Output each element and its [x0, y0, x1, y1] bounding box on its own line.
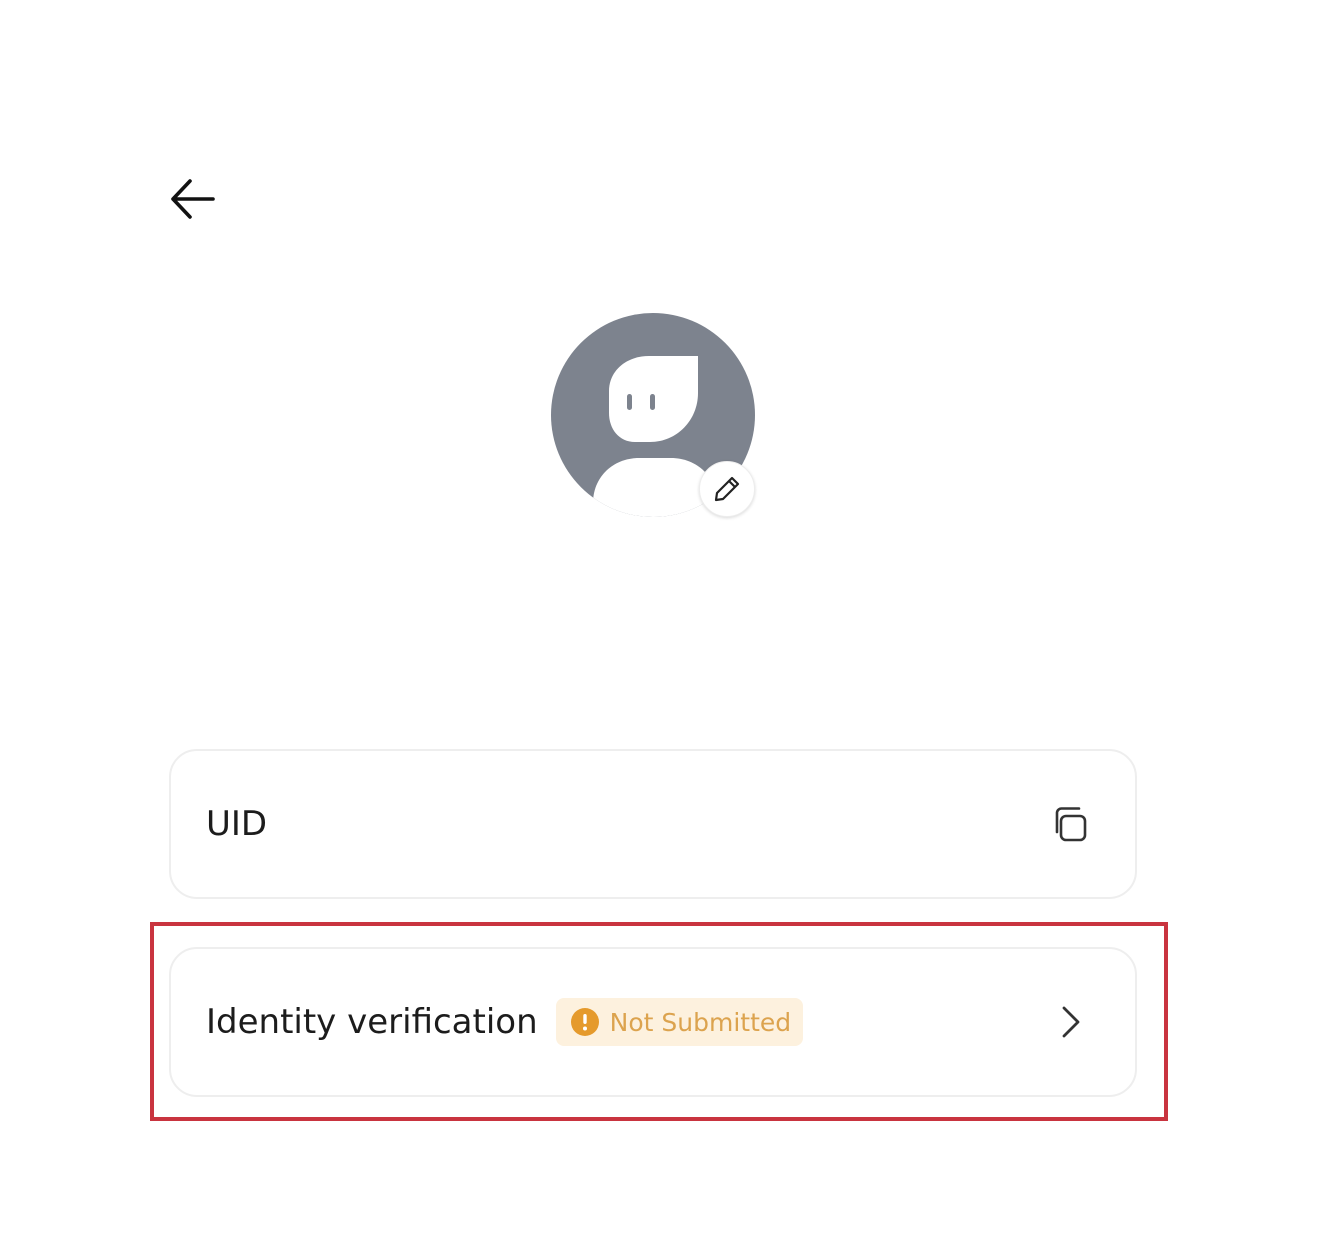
nickname	[440, 566, 880, 592]
status-text: Not Submitted	[609, 1007, 792, 1037]
uid-label: UID	[206, 804, 268, 844]
edit-avatar-button[interactable]	[699, 461, 755, 517]
copy-icon	[1055, 807, 1087, 842]
copy-uid-button[interactable]	[1049, 802, 1093, 846]
chevron-right-icon	[1057, 1002, 1085, 1042]
identity-verification-label: Identity verification	[206, 1002, 538, 1042]
pencil-icon	[714, 476, 740, 502]
uid-row: UID	[169, 749, 1137, 899]
identity-verification-row[interactable]: Identity verification Not Submitted	[169, 947, 1137, 1097]
back-button[interactable]	[160, 172, 222, 226]
status-badge: Not Submitted	[555, 998, 804, 1046]
arrow-left-icon	[171, 179, 215, 219]
avatar-container	[551, 313, 756, 518]
exclamation-circle-icon	[570, 1008, 599, 1036]
